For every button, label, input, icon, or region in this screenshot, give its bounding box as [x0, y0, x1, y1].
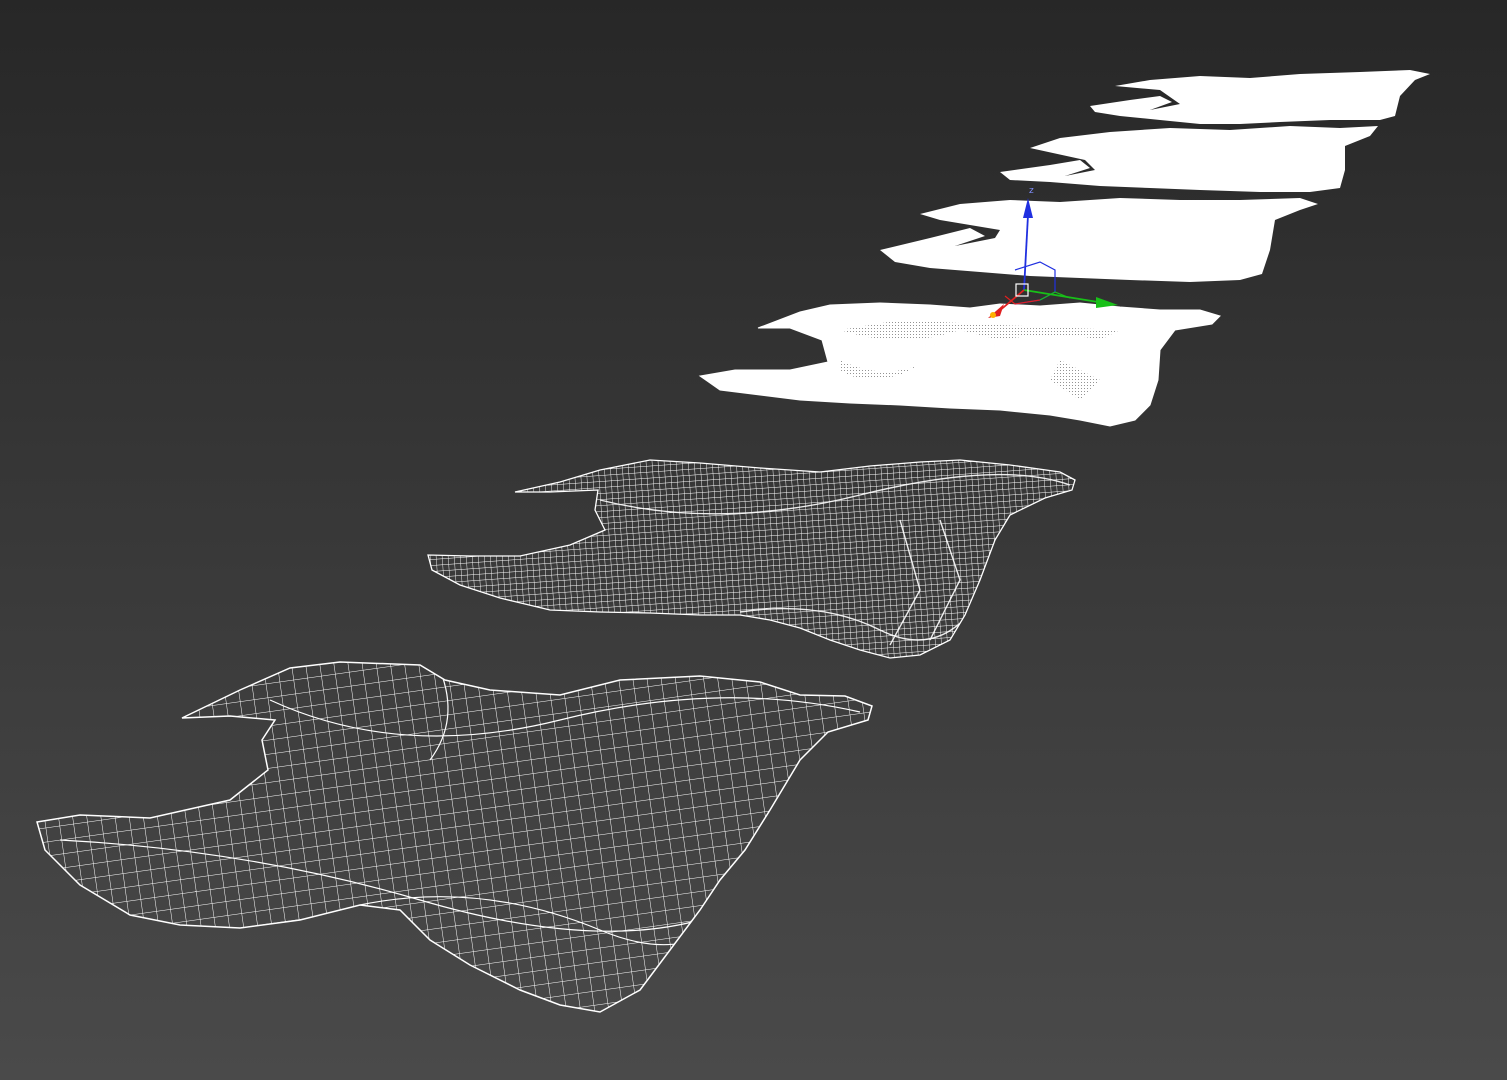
3d-viewport[interactable]: z: [0, 0, 1507, 1080]
mesh-solid-2[interactable]: [1000, 126, 1378, 192]
mesh-solid-3[interactable]: [1090, 70, 1430, 124]
gizmo-x-tip: [990, 312, 996, 318]
scene-canvas[interactable]: z: [0, 0, 1507, 1080]
mesh-high-density[interactable]: [698, 302, 1221, 427]
gizmo-z-label: z: [1029, 186, 1034, 196]
mesh-low-density[interactable]: [36, 661, 873, 1013]
mesh-solid-1[interactable]: [880, 198, 1318, 282]
mesh-medium-density[interactable]: [427, 459, 1076, 659]
